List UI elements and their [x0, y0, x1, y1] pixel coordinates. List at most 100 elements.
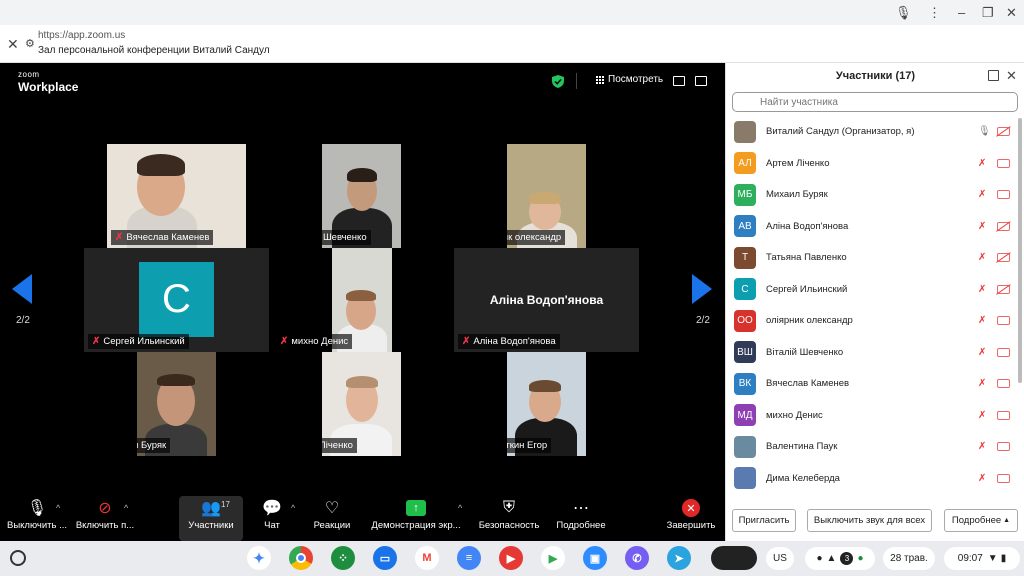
- avatar: [734, 120, 756, 143]
- docs-icon[interactable]: ≡: [457, 546, 481, 570]
- participant-row[interactable]: С Сергей Ильинский ✗: [726, 274, 1018, 305]
- video-tile[interactable]: ✗Артем Лiченко: [322, 352, 401, 456]
- mic-muted-icon[interactable]: ✗: [978, 284, 986, 295]
- camera-off-icon[interactable]: [997, 221, 1010, 231]
- date-indicator[interactable]: 28 трав.: [883, 547, 935, 570]
- camera-icon[interactable]: [997, 473, 1010, 483]
- mic-muted-icon[interactable]: ✗: [978, 252, 986, 263]
- more-button[interactable]: ⋯ Подробнее: [556, 496, 606, 541]
- camera-off-icon[interactable]: [997, 284, 1010, 294]
- files-icon[interactable]: ▭: [373, 546, 397, 570]
- participant-row[interactable]: Виталий Сандул (Организатор, я) 🎙: [726, 116, 1018, 147]
- close-tab-icon[interactable]: ✕: [7, 36, 19, 53]
- launcher-icon[interactable]: [10, 550, 26, 566]
- video-tile[interactable]: С ✗ Сергей Ильинский: [84, 248, 269, 352]
- apps-grid-icon[interactable]: ⁘: [331, 546, 355, 570]
- participant-row[interactable]: Валентина Паук ✗: [726, 431, 1018, 462]
- next-page-arrow-icon[interactable]: [692, 274, 712, 304]
- security-button[interactable]: ⛨ Безопасность: [478, 496, 540, 541]
- fullscreen-icon[interactable]: [695, 76, 707, 86]
- gmail-icon[interactable]: M: [415, 546, 439, 570]
- video-options-caret-icon[interactable]: ^: [124, 503, 128, 513]
- participant-row[interactable]: АВ Аліна Водоп'янова ✗: [726, 211, 1018, 242]
- participant-search-input[interactable]: [732, 92, 1018, 112]
- close-panel-icon[interactable]: ✕: [1006, 68, 1017, 84]
- avatar: МД: [734, 404, 756, 426]
- video-tile[interactable]: ✗Куропаткин Егор: [507, 352, 586, 456]
- mic-icon[interactable]: 🎙: [895, 5, 912, 21]
- camera-icon[interactable]: [997, 410, 1010, 420]
- restore-icon[interactable]: ❐: [982, 5, 994, 21]
- camera-off-icon[interactable]: [997, 253, 1010, 262]
- encryption-shield-icon[interactable]: [552, 75, 564, 88]
- mic-muted-icon[interactable]: ✗: [978, 347, 986, 358]
- site-settings-icon[interactable]: ⚙: [25, 37, 35, 50]
- popout-icon[interactable]: [988, 70, 999, 81]
- participant-row[interactable]: Т Татьяна Павленко ✗: [726, 242, 1018, 273]
- chat-button[interactable]: 💬 Чат: [257, 496, 287, 541]
- chat-options-caret-icon[interactable]: ^: [291, 503, 295, 513]
- camera-off-icon[interactable]: [997, 127, 1010, 136]
- chrome-icon[interactable]: [289, 546, 313, 570]
- pip-icon[interactable]: [673, 76, 685, 86]
- mute-all-button[interactable]: Выключить звук для всех: [807, 509, 932, 532]
- mic-muted-icon[interactable]: ✗: [978, 158, 986, 169]
- avatar: [734, 467, 756, 489]
- share-screen-button[interactable]: ↑ Демонстрация экр...: [370, 496, 462, 541]
- minimize-icon[interactable]: –: [958, 5, 965, 20]
- end-meeting-button[interactable]: ✕ Завершить: [666, 496, 716, 541]
- share-options-caret-icon[interactable]: ^: [458, 503, 462, 513]
- participant-row[interactable]: АЛ Артем Лiченко ✗: [726, 148, 1018, 179]
- prev-page-arrow-icon[interactable]: [12, 274, 32, 304]
- notifications-tray[interactable]: ● ▲ 3 ●: [805, 547, 875, 570]
- viber-icon[interactable]: ✆: [625, 546, 649, 570]
- keyboard-layout-indicator[interactable]: US: [766, 547, 794, 570]
- page-url[interactable]: https://app.zoom.us: [38, 30, 125, 41]
- close-window-icon[interactable]: ✕: [1006, 5, 1017, 21]
- panel-scrollbar[interactable]: [1018, 118, 1022, 383]
- meeting-area: zoom Workplace Посмотреть 2/2 2/2 ✗ Вячес…: [0, 63, 725, 541]
- participant-row[interactable]: Дима Келеберда ✗: [726, 463, 1018, 494]
- panel-more-button[interactable]: Подробнее ▲: [944, 509, 1018, 532]
- video-tile[interactable]: Аліна Водоп'янова ✗ Аліна Водоп'янова: [454, 248, 639, 352]
- video-tile[interactable]: ✗Михаил Буряк: [137, 352, 216, 456]
- camera-icon[interactable]: [997, 442, 1010, 451]
- camera-icon[interactable]: [997, 347, 1010, 357]
- play-store-icon[interactable]: ▶: [541, 546, 565, 570]
- mic-muted-icon[interactable]: ✗: [978, 189, 986, 200]
- participants-button[interactable]: 👥 Участники: [179, 496, 243, 541]
- avatar: [734, 435, 756, 458]
- mic-muted-icon[interactable]: ✗: [978, 221, 986, 232]
- zoom-app-icon[interactable]: ▣: [583, 546, 607, 570]
- kebab-menu-icon[interactable]: ⋮: [928, 5, 941, 21]
- participant-row[interactable]: ВК Вячеслав Каменев ✗: [726, 368, 1018, 399]
- camera-icon[interactable]: [997, 158, 1010, 168]
- telegram-icon[interactable]: ➤: [667, 546, 691, 570]
- mic-muted-icon[interactable]: ✗: [978, 378, 986, 389]
- video-tile[interactable]: ✗Віталій Шевченко: [322, 144, 401, 248]
- mic-muted-icon[interactable]: ✗: [978, 441, 986, 452]
- mute-options-caret-icon[interactable]: ^: [56, 503, 60, 513]
- tile-name-label: ✗Михаил Буряк: [137, 438, 171, 453]
- mic-on-icon[interactable]: 🎙: [978, 126, 991, 137]
- invite-button[interactable]: Пригласить: [732, 509, 796, 532]
- video-tile[interactable]: ✗оліярник олександр: [507, 144, 586, 248]
- video-tile[interactable]: ✗ Вячеслав Каменев: [107, 144, 246, 248]
- camera-icon[interactable]: [997, 316, 1010, 325]
- youtube-icon[interactable]: ▶: [499, 546, 523, 570]
- open-windows-icon[interactable]: [711, 546, 757, 570]
- mic-muted-icon[interactable]: ✗: [978, 315, 986, 326]
- participant-row[interactable]: МД михно Денис ✗: [726, 400, 1018, 431]
- microphone-icon: 🎙: [26, 500, 48, 517]
- mic-muted-icon[interactable]: ✗: [978, 473, 986, 484]
- system-tray[interactable]: 09:07 ▼ ▮: [944, 547, 1020, 570]
- camera-icon[interactable]: [997, 190, 1010, 199]
- view-button[interactable]: Посмотреть: [595, 74, 663, 85]
- camera-icon[interactable]: [997, 379, 1010, 388]
- participant-row[interactable]: ОО оліярник олександр ✗: [726, 305, 1018, 336]
- mic-muted-icon[interactable]: ✗: [978, 410, 986, 421]
- gemini-icon[interactable]: ✦: [247, 546, 271, 570]
- participant-row[interactable]: ВШ Віталій Шевченко ✗: [726, 337, 1018, 368]
- participant-row[interactable]: МБ Михаил Буряк ✗: [726, 179, 1018, 210]
- reactions-button[interactable]: ♡ Реакции: [312, 496, 352, 541]
